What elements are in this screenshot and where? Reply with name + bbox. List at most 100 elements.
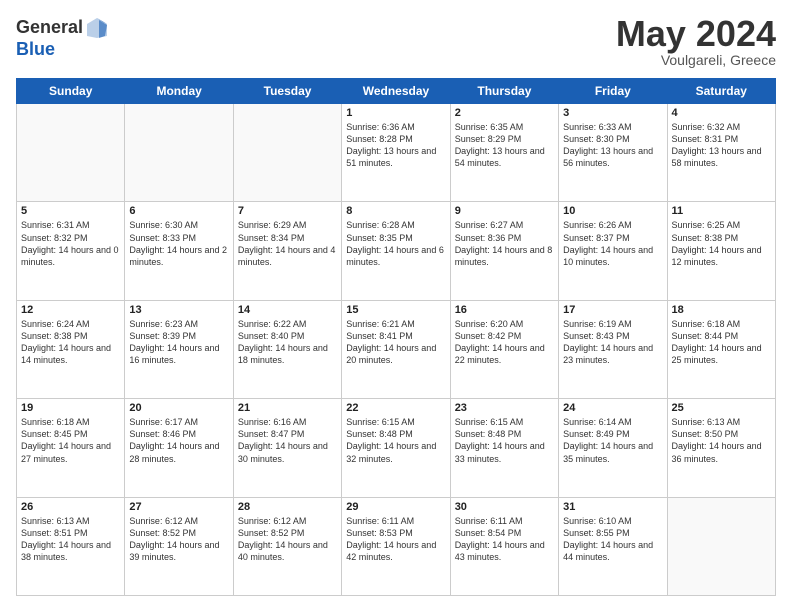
cell-info: Sunrise: 6:25 AM Sunset: 8:38 PM Dayligh…	[672, 219, 771, 268]
day-number: 31	[563, 501, 662, 513]
cell-info: Sunrise: 6:20 AM Sunset: 8:42 PM Dayligh…	[455, 318, 554, 367]
col-saturday: Saturday	[667, 79, 775, 104]
day-number: 14	[238, 304, 337, 316]
cell-info: Sunrise: 6:15 AM Sunset: 8:48 PM Dayligh…	[346, 416, 445, 465]
calendar-cell	[667, 497, 775, 595]
day-number: 5	[21, 205, 120, 217]
logo: General Blue	[16, 16, 109, 60]
cell-info: Sunrise: 6:33 AM Sunset: 8:30 PM Dayligh…	[563, 121, 662, 170]
cell-info: Sunrise: 6:26 AM Sunset: 8:37 PM Dayligh…	[563, 219, 662, 268]
cell-info: Sunrise: 6:30 AM Sunset: 8:33 PM Dayligh…	[129, 219, 228, 268]
cell-info: Sunrise: 6:29 AM Sunset: 8:34 PM Dayligh…	[238, 219, 337, 268]
calendar-cell: 31 Sunrise: 6:10 AM Sunset: 8:55 PM Dayli…	[559, 497, 667, 595]
cell-info: Sunrise: 6:11 AM Sunset: 8:54 PM Dayligh…	[455, 515, 554, 564]
calendar-cell: 24Sunrise: 6:14 AM Sunset: 8:49 PM Dayli…	[559, 399, 667, 497]
day-number: 25	[672, 402, 771, 414]
day-number: 29	[346, 501, 445, 513]
cell-info: Sunrise: 6:24 AM Sunset: 8:38 PM Dayligh…	[21, 318, 120, 367]
calendar-cell: 18 Sunrise: 6:18 AM Sunset: 8:44 PM Dayli…	[667, 300, 775, 398]
cell-info: Sunrise: 6:13 AM Sunset: 8:50 PM Dayligh…	[672, 416, 771, 465]
calendar-cell: 6 Sunrise: 6:30 AM Sunset: 8:33 PM Daylig…	[125, 202, 233, 300]
logo-blue: Blue	[16, 40, 55, 60]
day-number: 15	[346, 304, 445, 316]
day-number: 22	[346, 402, 445, 414]
day-number: 17	[563, 304, 662, 316]
day-number: 7	[238, 205, 337, 217]
cell-info: Sunrise: 6:15 AM Sunset: 8:48 PM Dayligh…	[455, 416, 554, 465]
calendar-cell: 15 Sunrise: 6:21 AM Sunset: 8:41 PM Dayli…	[342, 300, 450, 398]
cell-info: Sunrise: 6:23 AM Sunset: 8:39 PM Dayligh…	[129, 318, 228, 367]
calendar-cell: 25 Sunrise: 6:13 AM Sunset: 8:50 PM Dayli…	[667, 399, 775, 497]
day-number: 8	[346, 205, 445, 217]
calendar-cell: 30 Sunrise: 6:11 AM Sunset: 8:54 PM Dayli…	[450, 497, 558, 595]
calendar-week-5: 26 Sunrise: 6:13 AM Sunset: 8:51 PM Dayli…	[17, 497, 776, 595]
calendar-cell: 10 Sunrise: 6:26 AM Sunset: 8:37 PM Dayli…	[559, 202, 667, 300]
calendar-cell: 7 Sunrise: 6:29 AM Sunset: 8:34 PM Daylig…	[233, 202, 341, 300]
calendar-cell: 23 Sunrise: 6:15 AM Sunset: 8:48 PM Dayli…	[450, 399, 558, 497]
cell-info: Sunrise: 6:27 AM Sunset: 8:36 PM Dayligh…	[455, 219, 554, 268]
calendar-cell: 27Sunrise: 6:12 AM Sunset: 8:52 PM Dayli…	[125, 497, 233, 595]
cell-info: Sunrise: 6:21 AM Sunset: 8:41 PM Dayligh…	[346, 318, 445, 367]
calendar-cell: 4 Sunrise: 6:32 AM Sunset: 8:31 PM Daylig…	[667, 104, 775, 202]
calendar-cell: 8 Sunrise: 6:28 AM Sunset: 8:35 PM Daylig…	[342, 202, 450, 300]
calendar-cell: 13Sunrise: 6:23 AM Sunset: 8:39 PM Dayli…	[125, 300, 233, 398]
calendar-cell: 26 Sunrise: 6:13 AM Sunset: 8:51 PM Dayli…	[17, 497, 125, 595]
cell-info: Sunrise: 6:31 AM Sunset: 8:32 PM Dayligh…	[21, 219, 120, 268]
calendar-week-4: 19Sunrise: 6:18 AM Sunset: 8:45 PM Dayli…	[17, 399, 776, 497]
cell-info: Sunrise: 6:17 AM Sunset: 8:46 PM Dayligh…	[129, 416, 228, 465]
cell-info: Sunrise: 6:10 AM Sunset: 8:55 PM Dayligh…	[563, 515, 662, 564]
day-number: 16	[455, 304, 554, 316]
day-number: 18	[672, 304, 771, 316]
day-number: 12	[21, 304, 120, 316]
calendar-cell: 20 Sunrise: 6:17 AM Sunset: 8:46 PM Dayli…	[125, 399, 233, 497]
calendar-week-3: 12 Sunrise: 6:24 AM Sunset: 8:38 PM Dayli…	[17, 300, 776, 398]
col-tuesday: Tuesday	[233, 79, 341, 104]
day-number: 9	[455, 205, 554, 217]
col-wednesday: Wednesday	[342, 79, 450, 104]
col-friday: Friday	[559, 79, 667, 104]
cell-info: Sunrise: 6:16 AM Sunset: 8:47 PM Dayligh…	[238, 416, 337, 465]
day-number: 26	[21, 501, 120, 513]
cell-info: Sunrise: 6:18 AM Sunset: 8:45 PM Dayligh…	[21, 416, 120, 465]
cell-info: Sunrise: 6:32 AM Sunset: 8:31 PM Dayligh…	[672, 121, 771, 170]
calendar-cell: 11Sunrise: 6:25 AM Sunset: 8:38 PM Dayli…	[667, 202, 775, 300]
calendar-cell	[17, 104, 125, 202]
cell-info: Sunrise: 6:19 AM Sunset: 8:43 PM Dayligh…	[563, 318, 662, 367]
calendar-cell: 19Sunrise: 6:18 AM Sunset: 8:45 PM Dayli…	[17, 399, 125, 497]
day-number: 30	[455, 501, 554, 513]
calendar-cell: 28Sunrise: 6:12 AM Sunset: 8:52 PM Dayli…	[233, 497, 341, 595]
day-number: 24	[563, 402, 662, 414]
calendar-cell: 22 Sunrise: 6:15 AM Sunset: 8:48 PM Dayli…	[342, 399, 450, 497]
calendar-cell: 16 Sunrise: 6:20 AM Sunset: 8:42 PM Dayli…	[450, 300, 558, 398]
cell-info: Sunrise: 6:18 AM Sunset: 8:44 PM Dayligh…	[672, 318, 771, 367]
calendar-cell: 2Sunrise: 6:35 AM Sunset: 8:29 PM Daylig…	[450, 104, 558, 202]
location: Voulgareli, Greece	[616, 52, 776, 68]
col-monday: Monday	[125, 79, 233, 104]
day-number: 10	[563, 205, 662, 217]
day-number: 20	[129, 402, 228, 414]
col-sunday: Sunday	[17, 79, 125, 104]
page: General Blue May 2024 Voulgareli, Greece…	[0, 0, 792, 612]
logo-icon	[85, 16, 109, 40]
day-number: 23	[455, 402, 554, 414]
calendar-cell	[233, 104, 341, 202]
header: General Blue May 2024 Voulgareli, Greece	[16, 16, 776, 68]
cell-info: Sunrise: 6:13 AM Sunset: 8:51 PM Dayligh…	[21, 515, 120, 564]
calendar-cell: 21 Sunrise: 6:16 AM Sunset: 8:47 PM Dayli…	[233, 399, 341, 497]
day-number: 3	[563, 107, 662, 119]
day-number: 27	[129, 501, 228, 513]
day-number: 1	[346, 107, 445, 119]
calendar-table: Sunday Monday Tuesday Wednesday Thursday…	[16, 78, 776, 596]
cell-info: Sunrise: 6:28 AM Sunset: 8:35 PM Dayligh…	[346, 219, 445, 268]
calendar-header-row: Sunday Monday Tuesday Wednesday Thursday…	[17, 79, 776, 104]
calendar-cell: 1Sunrise: 6:36 AM Sunset: 8:28 PM Daylig…	[342, 104, 450, 202]
cell-info: Sunrise: 6:35 AM Sunset: 8:29 PM Dayligh…	[455, 121, 554, 170]
calendar-cell	[125, 104, 233, 202]
calendar-cell: 12 Sunrise: 6:24 AM Sunset: 8:38 PM Dayli…	[17, 300, 125, 398]
day-number: 6	[129, 205, 228, 217]
calendar-cell: 5 Sunrise: 6:31 AM Sunset: 8:32 PM Daylig…	[17, 202, 125, 300]
calendar-week-1: 1Sunrise: 6:36 AM Sunset: 8:28 PM Daylig…	[17, 104, 776, 202]
day-number: 4	[672, 107, 771, 119]
day-number: 21	[238, 402, 337, 414]
logo-general: General	[16, 18, 83, 38]
